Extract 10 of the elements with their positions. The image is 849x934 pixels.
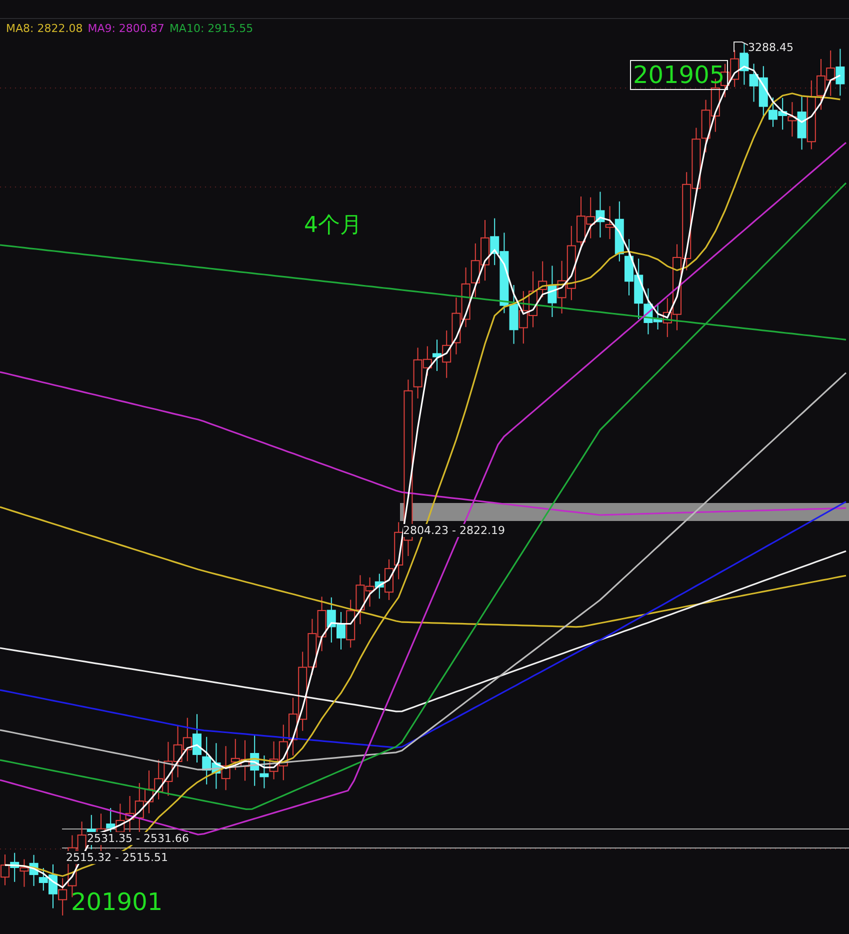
period-label: 201905 [630, 60, 728, 90]
high-price-label: 3288.45 [748, 41, 794, 54]
price-range-label: 2515.32 - 2515.51 [66, 851, 168, 864]
ma-legend-label: MA8: 2822.08 [6, 22, 83, 35]
period-label: 201901 [70, 888, 164, 916]
price-range-label: 2531.35 - 2531.66 [87, 832, 189, 845]
duration-note: 4个月 [304, 212, 362, 240]
ma-legend-label: MA9: 2800.87 [88, 22, 164, 35]
ma-legend-label: MA10: 2915.55 [169, 22, 254, 35]
price-range-label: 2804.23 - 2822.19 [403, 524, 505, 537]
